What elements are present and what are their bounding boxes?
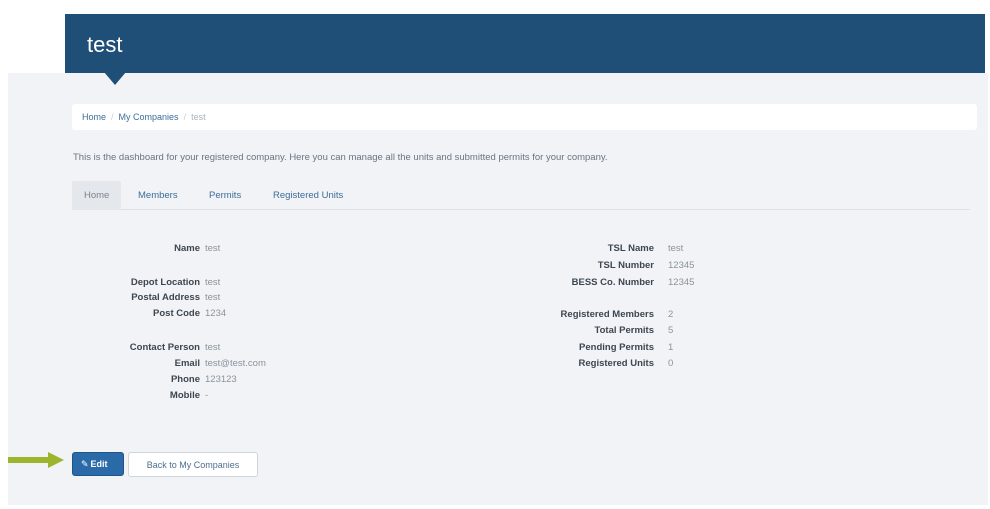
tab-bar: Home Members Permits Registered Units	[72, 181, 970, 210]
tab-permits[interactable]: Permits	[209, 181, 241, 210]
page-title: test	[87, 32, 123, 57]
registered-members-value: 2	[668, 309, 674, 320]
tab-registered-units[interactable]: Registered Units	[273, 181, 343, 210]
registered-members-label: Registered Members	[560, 309, 654, 320]
email-label: Email	[174, 358, 200, 369]
post-code-label: Post Code	[153, 308, 200, 319]
pending-permits-label: Pending Permits	[579, 342, 654, 353]
postal-address-value: test	[205, 292, 221, 303]
back-to-my-companies-button[interactable]: Back to My Companies	[128, 452, 258, 477]
registered-units-value: 0	[668, 358, 674, 369]
contact-person-value: test	[205, 342, 221, 353]
page: test Home / My Companies / test This is the …	[0, 0, 990, 509]
bess-number-label: BESS Co. Number	[571, 277, 654, 288]
tab-members[interactable]: Members	[138, 181, 178, 210]
contact-person-label: Contact Person	[129, 342, 200, 353]
postal-address-label: Postal Address	[131, 292, 200, 303]
breadcrumb-separator: /	[111, 112, 114, 122]
tsl-name-value: test	[668, 243, 684, 254]
content-panel	[8, 73, 988, 505]
bess-number-value: 12345	[668, 277, 695, 288]
total-permits-label: Total Permits	[594, 325, 654, 336]
name-value: test	[205, 243, 221, 254]
breadcrumb: Home / My Companies / test	[72, 104, 977, 130]
intro-text: This is the dashboard for your registere…	[73, 152, 608, 163]
breadcrumb-current: test	[191, 112, 206, 122]
post-code-value: 1234	[205, 308, 227, 319]
phone-value: 123123	[205, 374, 237, 385]
total-permits-value: 5	[668, 325, 674, 336]
pencil-icon: ✎	[81, 459, 89, 469]
mobile-value: -	[205, 390, 209, 401]
breadcrumb-separator: /	[183, 112, 187, 122]
registered-units-label: Registered Units	[578, 358, 655, 369]
pending-permits-value: 1	[668, 342, 674, 353]
depot-location-label: Depot Location	[130, 277, 200, 288]
email-value: test@test.com	[205, 358, 266, 369]
name-label: Name	[174, 243, 200, 254]
mobile-label: Mobile	[169, 390, 200, 401]
tsl-number-label: TSL Number	[597, 260, 654, 271]
depot-location-value: test	[205, 277, 221, 288]
arrow-right-icon	[8, 452, 64, 468]
header-pointer	[104, 72, 126, 85]
breadcrumb-home[interactable]: Home	[82, 112, 106, 122]
edit-button-label: Edit	[90, 459, 108, 469]
breadcrumb-my-companies[interactable]: My Companies	[119, 112, 179, 122]
tab-home[interactable]: Home	[72, 181, 122, 210]
phone-label: Phone	[170, 374, 200, 385]
edit-button[interactable]: ✎ Edit	[72, 452, 124, 476]
tsl-name-label: TSL Name	[607, 243, 654, 254]
page-header: test	[65, 14, 985, 73]
tsl-number-value: 12345	[668, 260, 695, 271]
